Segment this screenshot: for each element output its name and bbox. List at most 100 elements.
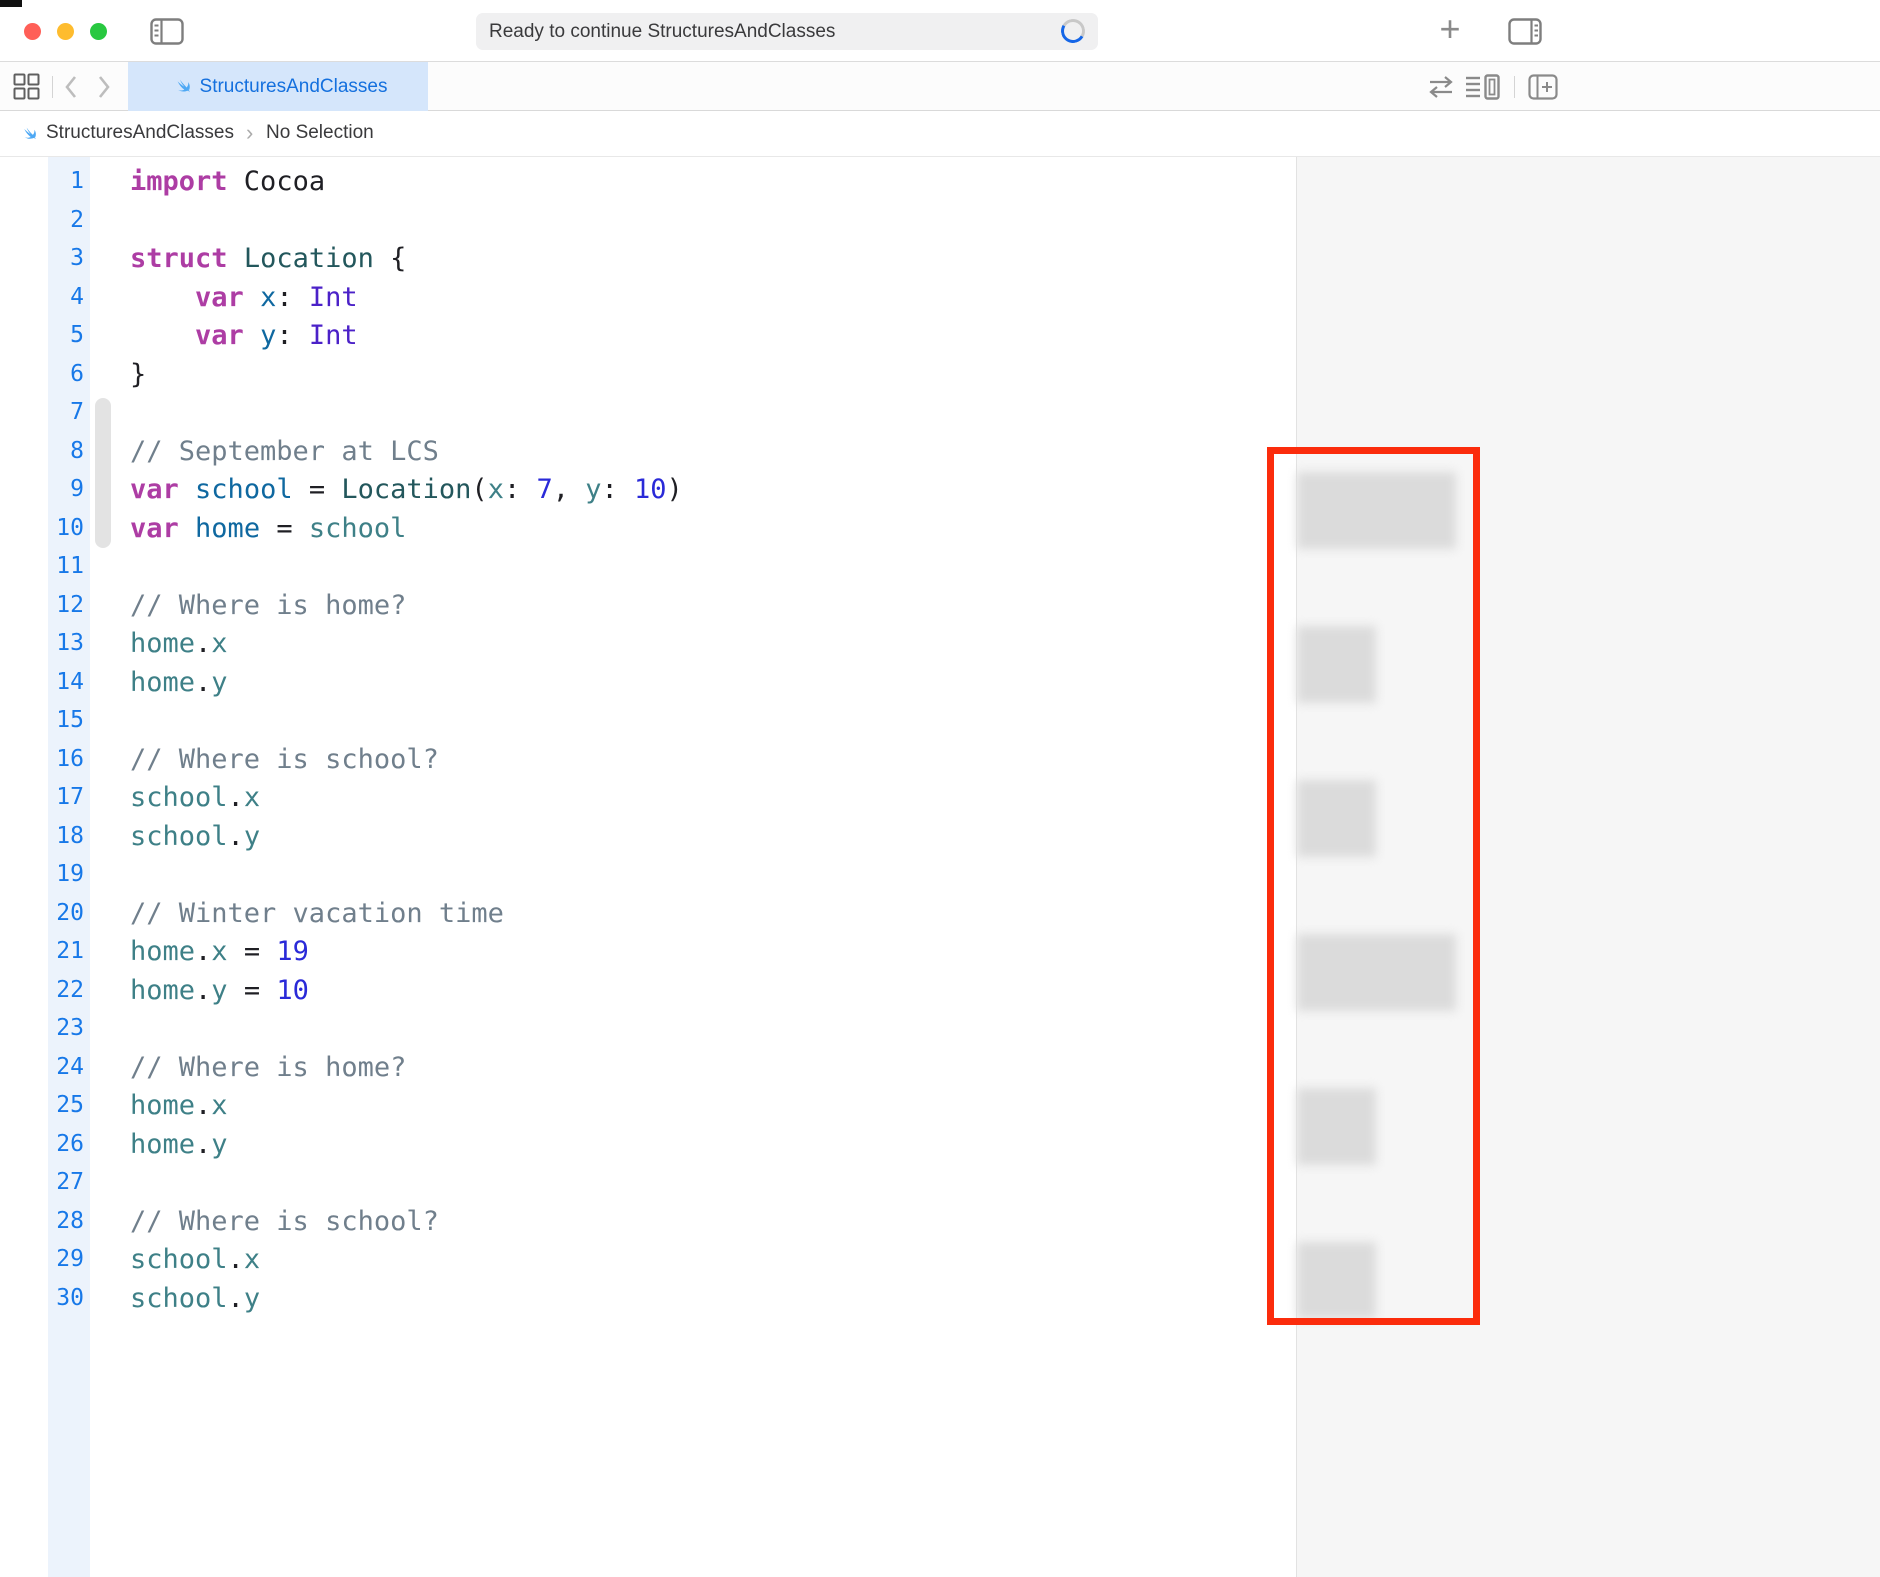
code-token: . [195, 936, 211, 967]
code-token: ) [667, 474, 683, 505]
line-number[interactable]: 26 [48, 1125, 84, 1164]
code-token: var [195, 320, 244, 351]
line-number[interactable]: 21 [48, 932, 84, 971]
line-number[interactable]: 28 [48, 1202, 84, 1241]
code-token: y [260, 320, 276, 351]
line-number[interactable]: 13 [48, 624, 84, 663]
line-number[interactable]: 7 [48, 393, 84, 432]
line-number[interactable]: 30 [48, 1279, 84, 1318]
swap-editors-icon[interactable] [1428, 74, 1454, 100]
code-line[interactable]: home.y [130, 663, 228, 702]
code-token: : [602, 474, 635, 505]
divider [52, 76, 53, 98]
toggle-left-sidebar-icon[interactable] [150, 18, 184, 45]
tab-overview-icon[interactable] [13, 73, 40, 100]
line-number[interactable]: 11 [48, 547, 84, 586]
code-line[interactable]: // Where is home? [130, 586, 406, 625]
line-number[interactable]: 5 [48, 316, 84, 355]
code-line[interactable]: school.x [130, 1240, 260, 1279]
code-line[interactable]: school.y [130, 817, 260, 856]
line-number[interactable]: 24 [48, 1048, 84, 1087]
line-number[interactable]: 27 [48, 1163, 84, 1202]
line-number[interactable]: 17 [48, 778, 84, 817]
code-token: 19 [276, 936, 309, 967]
code-line[interactable]: var y: Int [130, 316, 358, 355]
line-number[interactable]: 20 [48, 894, 84, 933]
code-line[interactable]: home.y = 10 [130, 971, 309, 1010]
divider [1514, 76, 1515, 98]
code-token: y [211, 667, 227, 698]
code-token: school [130, 1283, 228, 1314]
go-forward-icon[interactable] [97, 75, 111, 99]
code-line[interactable]: school.y [130, 1279, 260, 1318]
code-token: . [195, 1129, 211, 1160]
code-line[interactable]: // September at LCS [130, 432, 439, 471]
code-token [228, 243, 244, 274]
line-number[interactable]: 18 [48, 817, 84, 856]
breadcrumb-file[interactable]: StructuresAndClasses [46, 122, 234, 144]
code-token: x [244, 1244, 260, 1275]
line-number[interactable]: 8 [48, 432, 84, 471]
line-number[interactable]: 3 [48, 239, 84, 278]
code-line[interactable]: school.x [130, 778, 260, 817]
code-token: = [293, 474, 342, 505]
line-number[interactable]: 9 [48, 470, 84, 509]
code-token: Cocoa [228, 166, 326, 197]
code-token: var [195, 282, 244, 313]
code-line[interactable]: // Winter vacation time [130, 894, 504, 933]
code-line[interactable]: home.x [130, 1086, 228, 1125]
code-line[interactable]: home.y [130, 1125, 228, 1164]
add-editor-icon[interactable] [1528, 73, 1558, 101]
line-number[interactable]: 15 [48, 701, 84, 740]
minimize-button[interactable] [57, 23, 74, 40]
code-line[interactable]: var school = Location(x: 7, y: 10) [130, 470, 683, 509]
line-number[interactable]: 16 [48, 740, 84, 779]
code-line[interactable]: home.x [130, 624, 228, 663]
new-playground-page-button[interactable]: + [1432, 8, 1468, 50]
code-token: x [488, 474, 504, 505]
line-number[interactable]: 25 [48, 1086, 84, 1125]
editor-options-icon[interactable] [1464, 73, 1502, 101]
code-token: import [130, 166, 228, 197]
code-line[interactable]: // Where is school? [130, 740, 439, 779]
toggle-right-sidebar-icon[interactable] [1508, 18, 1542, 45]
code-token: x [211, 628, 227, 659]
breadcrumb-selection[interactable]: No Selection [266, 122, 374, 144]
code-token: { [374, 243, 407, 274]
line-number[interactable]: 2 [48, 201, 84, 240]
line-number[interactable]: 23 [48, 1009, 84, 1048]
code-line[interactable]: // Where is home? [130, 1048, 406, 1087]
code-line[interactable]: struct Location { [130, 239, 406, 278]
code-token: . [228, 821, 244, 852]
tab-structures-and-classes[interactable]: StructuresAndClasses [128, 62, 428, 111]
line-number[interactable]: 29 [48, 1240, 84, 1279]
code-line[interactable]: home.x = 19 [130, 932, 309, 971]
code-token: school [195, 474, 293, 505]
code-line[interactable]: import Cocoa [130, 162, 325, 201]
zoom-button[interactable] [90, 23, 107, 40]
code-line[interactable]: var x: Int [130, 278, 358, 317]
line-number[interactable]: 22 [48, 971, 84, 1010]
line-number[interactable]: 12 [48, 586, 84, 625]
code-token [244, 282, 260, 313]
code-line[interactable]: } [130, 355, 146, 394]
window-titlebar: Ready to continue StructuresAndClasses + [0, 0, 1880, 62]
line-number[interactable]: 1 [48, 162, 84, 201]
code-token [244, 320, 260, 351]
line-number[interactable]: 10 [48, 509, 84, 548]
tab-bar: StructuresAndClasses [0, 62, 1880, 111]
line-number[interactable]: 14 [48, 663, 84, 702]
code-line[interactable]: // Where is school? [130, 1202, 439, 1241]
go-back-icon[interactable] [64, 75, 78, 99]
line-number[interactable]: 4 [48, 278, 84, 317]
code-token: y [211, 1129, 227, 1160]
close-button[interactable] [24, 23, 41, 40]
code-token: : [276, 320, 309, 351]
swift-icon [16, 123, 38, 145]
code-token: school [130, 782, 228, 813]
code-token [130, 282, 195, 313]
line-number[interactable]: 6 [48, 355, 84, 394]
code-token: . [195, 628, 211, 659]
line-number[interactable]: 19 [48, 855, 84, 894]
code-line[interactable]: var home = school [130, 509, 406, 548]
